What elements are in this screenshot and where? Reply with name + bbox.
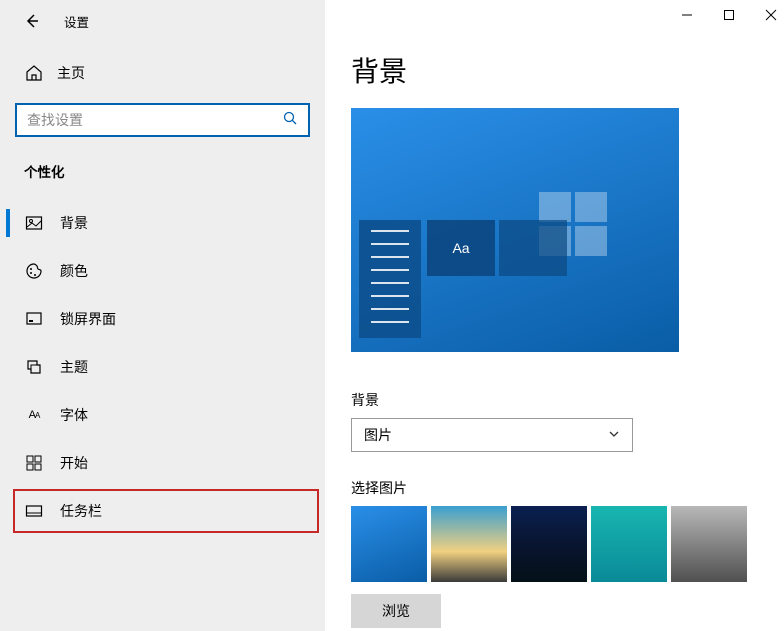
themes-icon [23, 356, 45, 378]
sidebar-item-label: 字体 [60, 405, 88, 425]
background-icon [23, 212, 45, 234]
background-type-dropdown[interactable]: 图片 [351, 418, 633, 452]
image-thumb-2[interactable] [431, 506, 507, 582]
highlight-box [13, 489, 319, 533]
image-thumb-5[interactable] [671, 506, 747, 582]
home-label: 主页 [57, 63, 85, 83]
home-icon [24, 64, 44, 82]
sidebar-item-label: 任务栏 [60, 501, 102, 521]
sidebar-item-start[interactable]: 开始 [6, 439, 311, 487]
image-thumb-1[interactable] [351, 506, 427, 582]
sidebar-item-themes[interactable]: 主题 [6, 343, 311, 391]
sidebar-item-taskbar[interactable]: 任务栏 [6, 487, 311, 535]
sidebar-home[interactable]: 主页 [6, 55, 311, 91]
search-icon [282, 110, 298, 131]
page-title: 背景 [351, 50, 784, 90]
fonts-icon: AA [23, 404, 45, 426]
browse-button[interactable]: 浏览 [351, 594, 441, 628]
maximize-button[interactable] [722, 8, 736, 22]
back-button[interactable] [24, 13, 40, 29]
search-field[interactable] [27, 112, 282, 128]
search-input[interactable] [15, 103, 310, 137]
image-thumb-3[interactable] [511, 506, 587, 582]
sidebar-item-label: 开始 [60, 453, 88, 473]
sidebar-item-label: 锁屏界面 [60, 309, 116, 329]
sidebar-item-label: 颜色 [60, 261, 88, 281]
minimize-button[interactable] [680, 8, 694, 22]
sidebar-item-fonts[interactable]: AA 字体 [6, 391, 311, 439]
background-preview: Aa [351, 108, 679, 352]
sidebar-item-label: 主题 [60, 357, 88, 377]
close-button[interactable] [764, 8, 778, 22]
lockscreen-icon [23, 308, 45, 330]
sidebar-item-background[interactable]: 背景 [6, 199, 311, 247]
chevron-down-icon [608, 427, 620, 443]
app-title: 设置 [64, 12, 89, 31]
taskbar-icon [23, 500, 45, 522]
start-icon [23, 452, 45, 474]
colors-icon [23, 260, 45, 282]
preview-tile-aa: Aa [427, 220, 495, 276]
choose-label: 选择图片 [351, 478, 784, 498]
sidebar-item-colors[interactable]: 颜色 [6, 247, 311, 295]
section-title: 个性化 [6, 161, 311, 181]
sidebar-item-label: 背景 [60, 213, 88, 233]
image-thumb-4[interactable] [591, 506, 667, 582]
dropdown-value: 图片 [364, 425, 392, 445]
sidebar-item-lockscreen[interactable]: 锁屏界面 [6, 295, 311, 343]
bg-label: 背景 [351, 390, 784, 410]
